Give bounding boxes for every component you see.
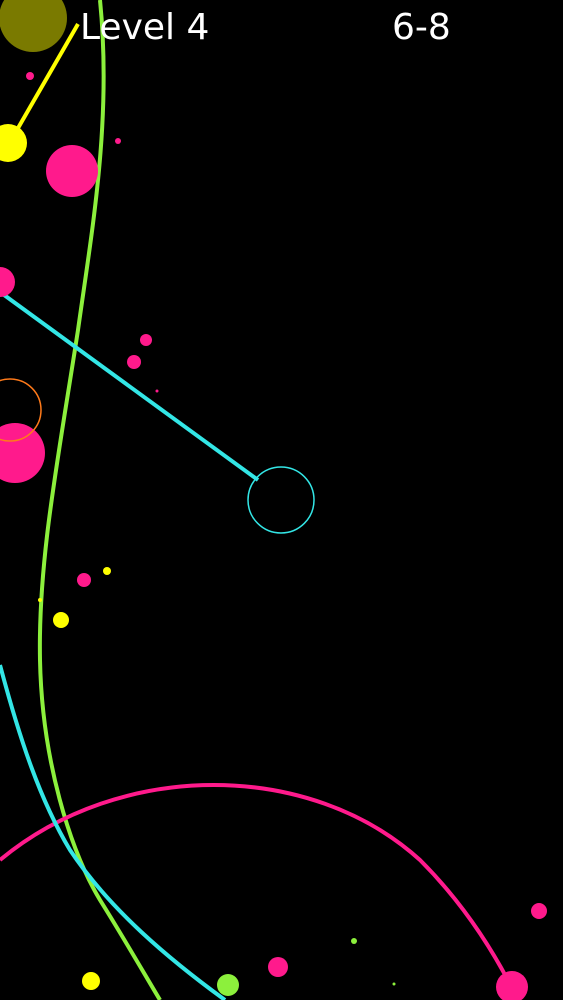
- olive-orb: [0, 0, 67, 52]
- game-stage[interactable]: Level 4 6-8: [0, 0, 563, 1000]
- pink-orb-left-lower: [0, 423, 45, 483]
- yellow-dot: [82, 972, 100, 990]
- score-label: 6-8: [392, 7, 451, 48]
- pink-arc-curve: [0, 783, 514, 989]
- pink-dot: [531, 903, 547, 919]
- pink-dot: [26, 72, 34, 80]
- yellow-dot: [53, 612, 69, 628]
- pink-dot: [155, 389, 159, 393]
- yellow-dot: [38, 598, 42, 602]
- pink-dot: [268, 957, 288, 977]
- green-dot: [351, 938, 357, 944]
- green-dot: [217, 974, 239, 996]
- yellow-dot: [103, 567, 111, 575]
- pink-orb-left-upper: [0, 267, 15, 297]
- pink-dot: [140, 334, 152, 346]
- pink-orb-large: [46, 145, 98, 197]
- pink-dot: [496, 971, 528, 1000]
- cyan-lower-curve: [0, 664, 227, 1000]
- pink-dot: [115, 138, 121, 144]
- pink-dot: [77, 573, 91, 587]
- yellow-anchor-orb[interactable]: [0, 124, 27, 162]
- game-scene[interactable]: [0, 0, 563, 1000]
- pink-dot: [127, 355, 141, 369]
- green-dot: [392, 982, 396, 986]
- cyan-target-ring[interactable]: [247, 466, 315, 534]
- level-label: Level 4: [80, 7, 210, 48]
